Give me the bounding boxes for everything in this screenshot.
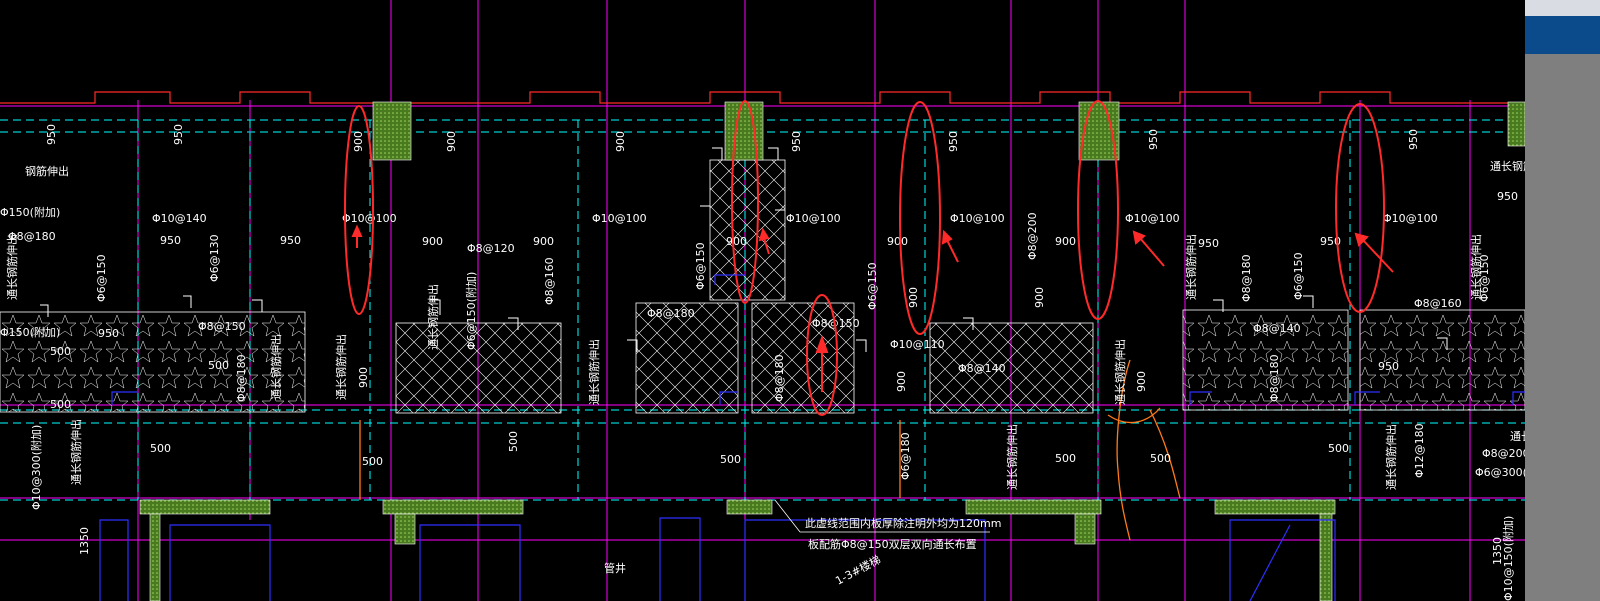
rebar-note: Φ8@140: [1253, 322, 1301, 335]
rebar-note: Φ10@150(附加): [1501, 516, 1515, 601]
dim-950: 950: [1497, 190, 1518, 203]
dim-500: 500: [50, 345, 71, 358]
dim-500: 500: [208, 359, 229, 372]
through-bar-note: 通长钢筋伸出: [269, 334, 283, 400]
through-bar-note: 通长钢筋伸出: [334, 334, 348, 400]
arrow-head-icon: [351, 224, 363, 237]
cad-drawing-canvas[interactable]: 950 950 900 900 900 950 950 950 950 950 …: [0, 0, 1525, 601]
rebar-note: Φ10@100: [1125, 212, 1180, 225]
dim-500: 500: [507, 431, 520, 452]
rebar-note: Φ150(附加): [0, 205, 60, 219]
well-label: 管井: [604, 561, 626, 575]
rebar-note: Φ6@300(附加): [1475, 465, 1525, 479]
rebar-note: Φ6@150(附加): [464, 272, 478, 350]
rebar-note: Φ6@130: [208, 234, 221, 282]
rebar-note: Φ12@180: [1413, 423, 1426, 478]
rebar-note: Φ8@180: [235, 354, 248, 402]
dim-950: 950: [1407, 129, 1420, 150]
dim-900: 900: [445, 131, 458, 152]
dim-500: 500: [720, 453, 741, 466]
dim-950: 950: [160, 234, 181, 247]
rebar-note: Φ10@100: [592, 212, 647, 225]
dim-950: 950: [1378, 360, 1399, 373]
dim-950: 950: [790, 131, 803, 152]
note-line1: 此虚线范围内板厚除注明外均为120mm: [805, 516, 1001, 530]
through-bar-note: 通长钢筋伸出: [1184, 234, 1198, 300]
parapet-outline: [0, 91, 1525, 104]
rebar-note: Φ8@200: [1026, 212, 1039, 260]
dim-1350: 1350: [78, 527, 91, 555]
dim-950: 950: [947, 131, 960, 152]
through-bar-note: 通长钢筋伸出: [1005, 424, 1019, 490]
dim-900: 900: [1033, 287, 1046, 308]
dim-900: 900: [895, 371, 908, 392]
through-bar-note: 通长钢筋伸出: [1113, 339, 1127, 405]
dim-500: 500: [50, 398, 71, 411]
rebar-note: Φ10@100: [342, 212, 397, 225]
markup-ellipse: [899, 101, 941, 335]
dim-950: 950: [280, 234, 301, 247]
rebar-note: Φ8@200: [1482, 447, 1525, 460]
dim-500: 500: [1055, 452, 1076, 465]
dim-500: 500: [1150, 452, 1171, 465]
rebar-note: Φ8@180: [1240, 254, 1253, 302]
side-panel-topbar: [1525, 0, 1600, 16]
dim-900: 900: [357, 367, 370, 388]
dim-900: 900: [887, 235, 908, 248]
dim-500: 500: [150, 442, 171, 455]
through-bar-note: 通长钢筋伸出: [1490, 159, 1525, 173]
dim-950: 950: [98, 327, 119, 340]
rebar-note: Φ8@160: [1414, 297, 1462, 310]
dim-900: 900: [533, 235, 554, 248]
rebar-note: Φ6@150: [1292, 252, 1305, 300]
rebar-note: Φ6@150: [95, 254, 108, 302]
rebar-note: Φ6@180: [899, 432, 912, 480]
dim-900: 900: [614, 131, 627, 152]
rebar-note: Φ10@100: [786, 212, 841, 225]
rebar-note: Φ150(附加): [0, 325, 60, 339]
rebar-note: Φ10@300(附加): [29, 425, 43, 510]
dim-950: 950: [172, 124, 185, 145]
dim-950: 950: [45, 124, 58, 145]
lower-walls: [99, 517, 1336, 601]
rebar-note: Φ8@140: [958, 362, 1006, 375]
through-bar-note: 通长钢筋伸出: [587, 339, 601, 405]
dim-900: 900: [352, 131, 365, 152]
rebar-note: Φ6@150: [866, 262, 879, 310]
arrow-head-icon: [941, 229, 953, 245]
dim-900: 900: [422, 235, 443, 248]
rebar-note: Φ10@100: [1383, 212, 1438, 225]
dim-900: 900: [1135, 371, 1148, 392]
through-bar-note: 通长钢筋伸出: [1469, 234, 1483, 300]
through-bar-note: 通长钢筋伸出: [5, 234, 19, 300]
through-bar-note: 通长钢筋伸出: [69, 419, 83, 485]
dim-900: 900: [907, 287, 920, 308]
dim-900: 900: [1055, 235, 1076, 248]
rebar-note: Φ10@110: [890, 338, 945, 351]
rebar-note: Φ8@150: [198, 320, 246, 333]
dim-900: 900: [726, 235, 747, 248]
through-bar-note: 通长钢筋伸出: [1384, 424, 1398, 490]
rebar-note: Φ8@180: [773, 354, 786, 402]
dim-950: 950: [1147, 129, 1160, 150]
rebar-note: Φ8@160: [543, 257, 556, 305]
through-bar-note: 通长钢筋伸出: [1510, 429, 1525, 443]
rebar-note: Φ8@180: [1268, 354, 1281, 402]
dim-500: 500: [362, 455, 383, 468]
side-panel: [1525, 0, 1600, 601]
rebar-note: Φ6@150: [694, 242, 707, 290]
rebar-note: Φ8@180: [647, 307, 695, 320]
note-line2: 板配筋Φ8@150双层双向通长布置: [808, 537, 977, 551]
rebar-note: Φ10@100: [950, 212, 1005, 225]
rebar-note: Φ10@140: [152, 212, 207, 225]
through-bar-note-short: 钢筋伸出: [25, 164, 69, 178]
dim-500: 500: [1328, 442, 1349, 455]
dim-950: 950: [1198, 237, 1219, 250]
side-panel-accent-bar[interactable]: [1525, 16, 1600, 54]
through-bar-note: 通长钢筋伸出: [426, 284, 440, 350]
rebar-note: Φ8@120: [467, 242, 515, 255]
